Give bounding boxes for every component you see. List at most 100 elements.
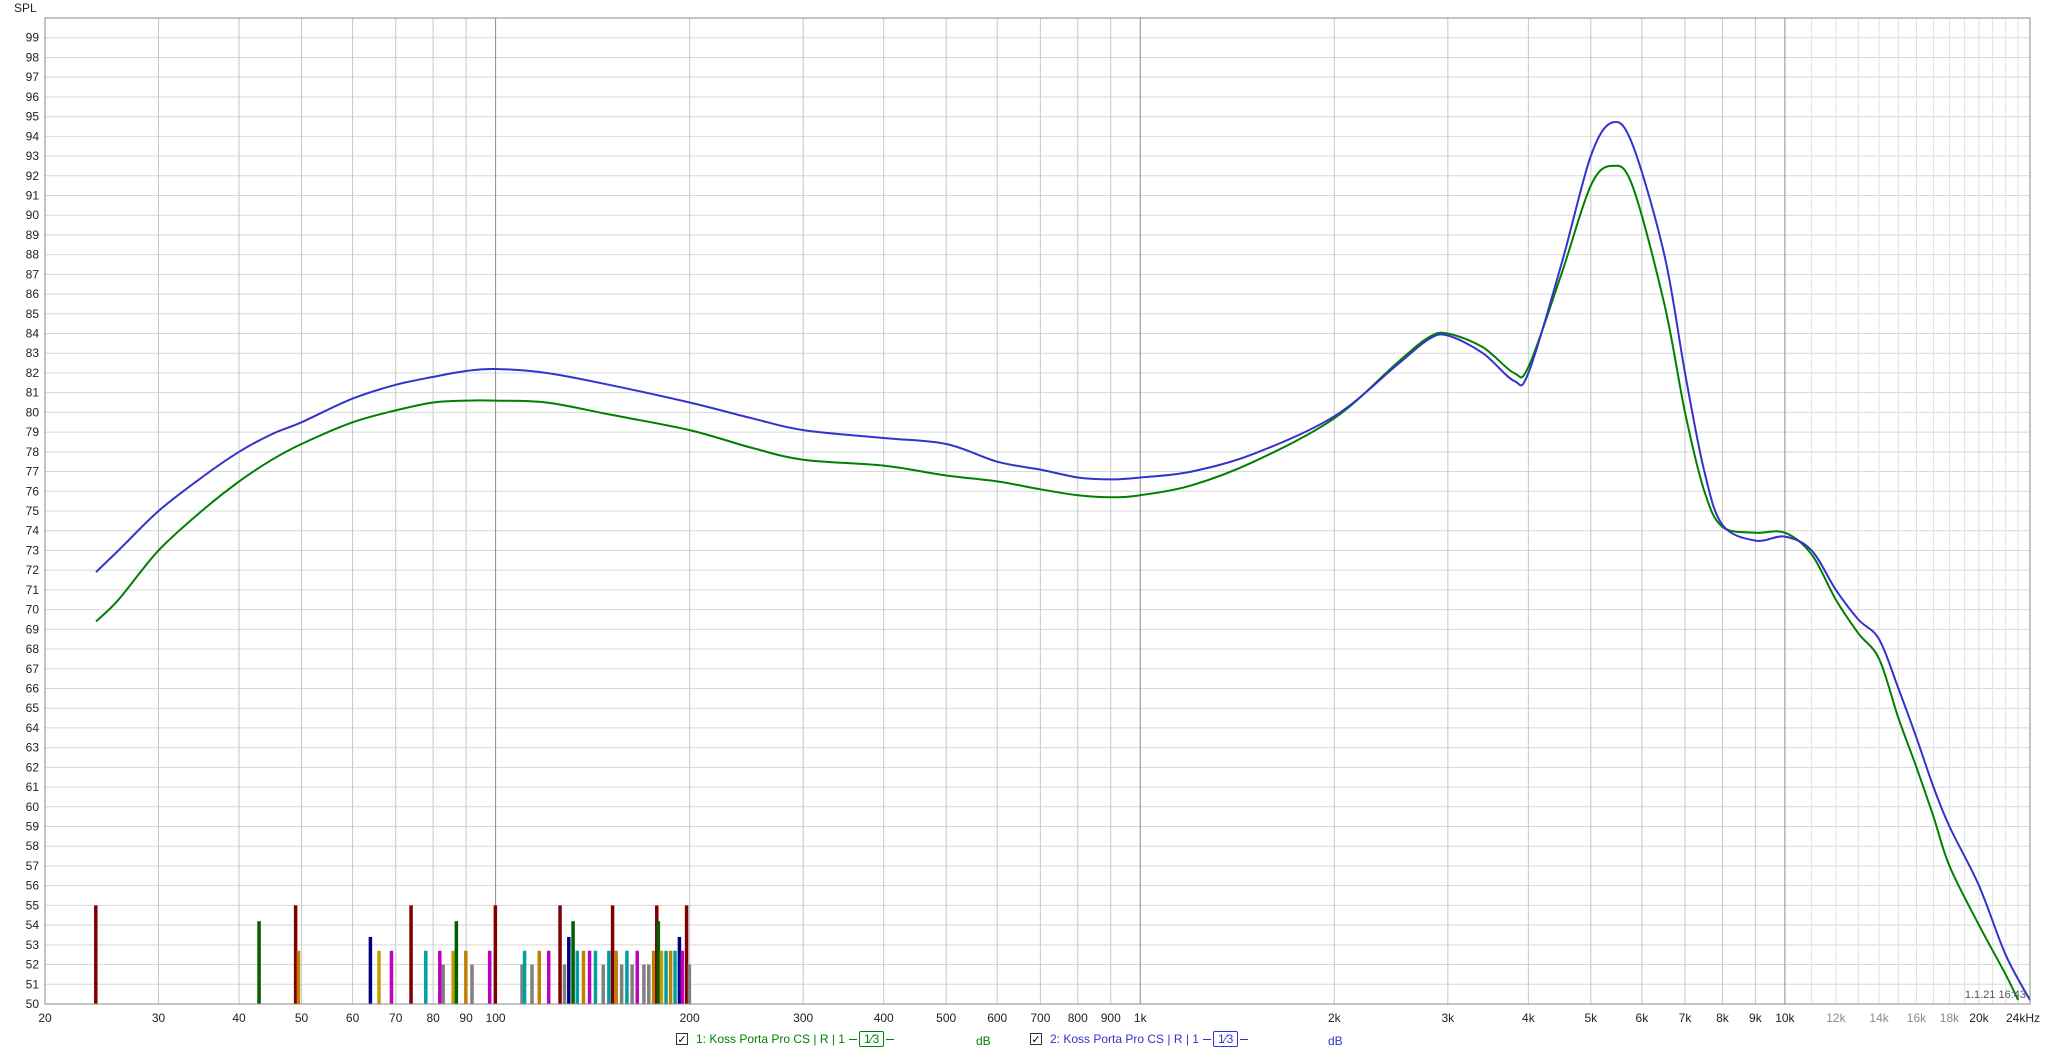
y-tick-label: 68 [26,642,40,656]
series-2-checkbox[interactable]: ✓ [1030,1033,1042,1046]
x-tick-label: 2k [1328,1011,1342,1025]
x-tick-label: 800 [1068,1011,1088,1025]
peak-marker [651,950,656,1004]
peak-marker [567,936,571,1004]
x-tick-label: 18k [1940,1011,1960,1025]
x-tick-label: 12k [1826,1011,1846,1025]
peak-marker [619,964,624,1004]
y-tick-label: 81 [26,386,40,400]
y-tick-label: 55 [26,898,40,912]
peak-marker [571,921,575,1004]
peak-marker [464,950,468,1004]
peak-marker [409,905,413,1004]
series-1-line-swatch-end [886,1038,895,1040]
legend-item-2[interactable]: ✓ 2: Koss Porta Pro CS | R | 1 1⁄3 [1030,1031,1249,1047]
x-tick-label: 5k [1584,1011,1598,1025]
x-tick-label: 400 [874,1011,894,1025]
x-tick-label: 700 [1030,1011,1050,1025]
y-tick-label: 74 [26,524,40,538]
y-tick-label: 57 [26,859,40,873]
x-tick-label: 4k [1522,1011,1536,1025]
peak-marker [470,964,474,1004]
peak-marker [454,921,459,1004]
peak-marker [593,950,598,1004]
x-tick-label: 70 [389,1011,403,1025]
y-tick-label: 92 [26,169,40,183]
y-tick-label: 64 [26,721,40,735]
timestamp: 1.1.21 16:43 [1965,989,2026,1001]
y-tick-label: 73 [26,543,40,557]
series-1-line-swatch [848,1038,857,1040]
y-tick-label: 90 [26,208,40,222]
y-tick-label: 72 [26,563,40,577]
y-axis-label: SPL [14,1,37,15]
y-tick-label: 63 [26,741,40,755]
peak-marker [94,905,98,1004]
peak-marker [424,950,428,1004]
y-tick-label: 66 [26,681,40,695]
peak-markers [94,905,692,1004]
y-tick-label: 79 [26,425,40,439]
y-tick-label: 65 [26,701,40,715]
peak-marker [607,950,611,1004]
y-tick-label: 58 [26,839,40,853]
peak-marker [625,950,629,1004]
series-1-unit: dB [976,1034,991,1048]
series-2-smoothing[interactable]: 1⁄3 [1212,1031,1239,1047]
legend: ✓ 1: Koss Porta Pro CS | R | 1 1⁄3 dB ✓ … [0,1031,2048,1053]
peak-marker [581,950,586,1004]
x-tick-label: 16k [1907,1011,1927,1025]
peak-marker [687,964,692,1004]
x-axis-ticks: 20 30 40 50 60 70 80 90 100 200 300 400 500 600 700 800… [38,1011,1989,1025]
series-2-line-swatch [1202,1038,1211,1040]
peak-marker [614,950,618,1004]
y-tick-label: 70 [26,603,40,617]
peak-marker [659,950,664,1004]
series-1-checkbox[interactable]: ✓ [676,1033,688,1046]
x-tick-label: 900 [1101,1011,1121,1025]
peak-marker [438,950,442,1004]
x-tick-label: 6k [1636,1011,1650,1025]
x-axis-unit-label: 24kHz [2006,1011,2040,1025]
series-2-label: 2: Koss Porta Pro CS | R | 1 [1050,1032,1199,1046]
x-tick-label: 7k [1679,1011,1693,1025]
x-tick-label: 600 [987,1011,1007,1025]
y-tick-label: 56 [26,879,40,893]
y-tick-label: 71 [26,583,40,597]
y-tick-label: 96 [26,90,40,104]
peak-marker [487,950,492,1004]
y-tick-label: 93 [26,149,40,163]
peak-marker [522,950,527,1004]
x-tick-label: 80 [426,1011,440,1025]
y-tick-label: 83 [26,346,40,360]
x-tick-label: 1k [1134,1011,1148,1025]
peak-marker [562,964,567,1004]
y-tick-label: 91 [26,188,40,202]
peak-marker [296,950,301,1004]
x-tick-label: 20k [1969,1011,1989,1025]
peak-marker [668,950,673,1004]
x-tick-label: 9k [1749,1011,1763,1025]
y-tick-label: 80 [26,405,40,419]
y-tick-label: 61 [26,780,40,794]
x-tick-label: 30 [152,1011,166,1025]
series-1-smoothing[interactable]: 1⁄3 [858,1031,885,1047]
peak-marker [656,921,661,1004]
peak-marker [451,950,455,1004]
legend-item-1[interactable]: ✓ 1: Koss Porta Pro CS | R | 1 1⁄3 [676,1031,895,1047]
peak-marker [673,950,677,1004]
series-2-line [95,120,2031,1001]
x-tick-label: 14k [1869,1011,1889,1025]
y-tick-label: 53 [26,938,40,952]
peak-marker [635,950,639,1004]
y-tick-label: 87 [26,267,40,281]
y-tick-label: 59 [26,820,40,834]
x-tick-label: 20 [38,1011,52,1025]
y-tick-label: 85 [26,307,40,321]
y-tick-label: 60 [26,800,40,814]
peak-marker [493,905,498,1004]
peak-marker [441,964,445,1004]
y-tick-label: 95 [26,110,40,124]
y-tick-label: 54 [26,918,40,932]
series-1-label: 1: Koss Porta Pro CS | R | 1 [696,1032,845,1046]
